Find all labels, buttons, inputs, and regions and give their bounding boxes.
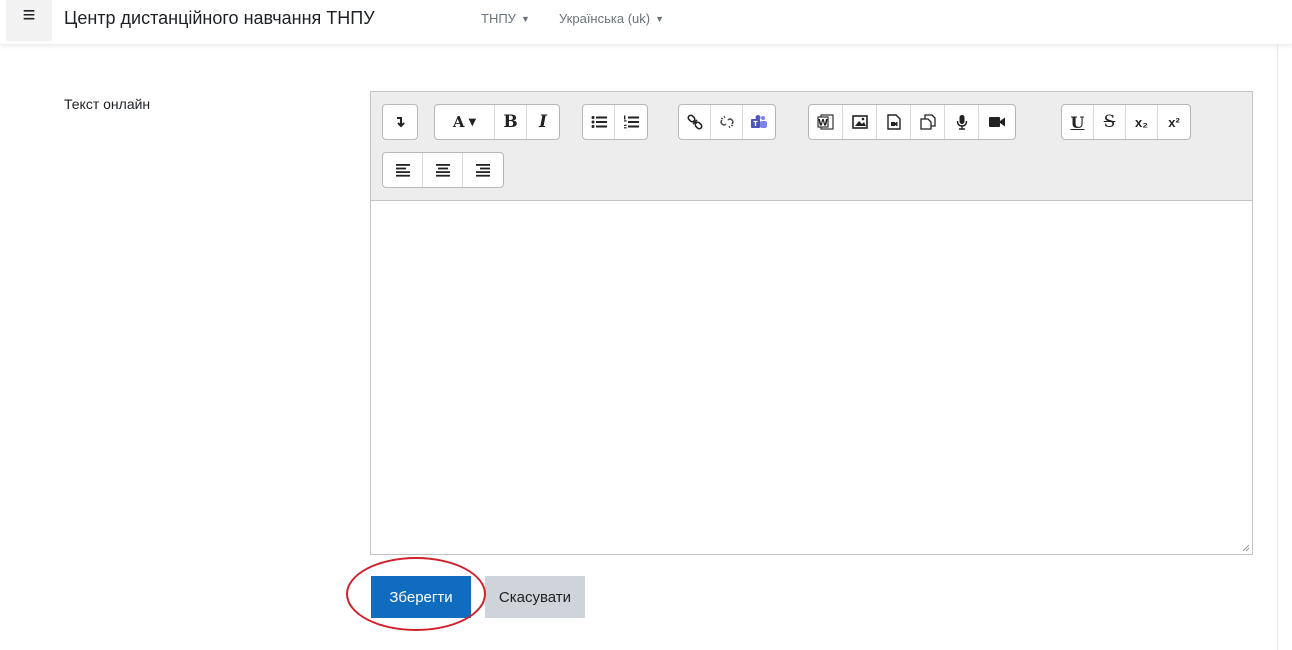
- language-menu-label: Українська (uk): [559, 11, 651, 26]
- tnpu-menu-label: ТНПУ: [481, 11, 516, 26]
- subscript-label: x₂: [1134, 114, 1148, 130]
- language-menu[interactable]: Українська (uk) ▼: [559, 11, 664, 26]
- paste-from-word-button[interactable]: W: [809, 105, 843, 139]
- caret-down-icon: ▼: [520, 14, 530, 24]
- hamburger-menu-button[interactable]: ≡: [6, 0, 52, 41]
- top-navbar: ≡ Центр дистанційного навчання ТНПУ ТНПУ…: [0, 0, 1292, 45]
- cancel-button[interactable]: Скасувати: [485, 576, 585, 618]
- record-audio-button[interactable]: [945, 105, 979, 139]
- caret-down-icon: ▼: [655, 14, 665, 24]
- superscript-label: x²: [1168, 114, 1180, 130]
- caret-down-icon: ▼: [468, 116, 477, 128]
- strikethrough-label: S: [1103, 112, 1116, 132]
- hamburger-icon: ≡: [22, 2, 36, 27]
- font-style-button[interactable]: A ▼: [435, 105, 495, 139]
- italic-button[interactable]: I: [527, 105, 559, 139]
- link-icon: [686, 114, 703, 130]
- save-button[interactable]: Зберегти: [371, 576, 471, 618]
- underline-label: U: [1070, 112, 1085, 132]
- site-name[interactable]: Центр дистанційного навчання ТНПУ: [64, 8, 375, 29]
- strikethrough-button[interactable]: S: [1094, 105, 1126, 139]
- teams-meeting-button[interactable]: [743, 105, 775, 139]
- subscript-button[interactable]: x₂: [1126, 105, 1158, 139]
- manage-files-button[interactable]: [911, 105, 945, 139]
- resize-handle-icon[interactable]: [1242, 544, 1250, 552]
- font-style-label: A: [452, 113, 465, 131]
- rich-text-editor: A ▼ B I W U S x₂ x²: [370, 91, 1253, 555]
- unlink-button[interactable]: [711, 105, 743, 139]
- record-video-button[interactable]: [979, 105, 1015, 139]
- online-text-label: Текст онлайн: [64, 96, 151, 112]
- editor-toolbar: A ▼ B I W U S x₂ x²: [371, 92, 1252, 201]
- align-center-button[interactable]: [423, 153, 463, 187]
- media-file-icon: [886, 114, 901, 130]
- unlink-icon: [719, 115, 734, 129]
- toolbar-group-links: [678, 104, 776, 140]
- superscript-button[interactable]: x²: [1158, 105, 1190, 139]
- toolbar-group-media: W: [808, 104, 1016, 140]
- toolbar-group-lists: [582, 104, 648, 140]
- align-left-button[interactable]: [383, 153, 423, 187]
- bold-label: B: [503, 112, 518, 132]
- italic-label: I: [539, 112, 547, 132]
- bullet-list-icon: [591, 116, 607, 128]
- teams-icon: [751, 115, 767, 128]
- collapse-arrow-icon: [397, 117, 405, 128]
- toolbar-group-style: A ▼ B I: [434, 104, 560, 140]
- toolbar-group-text-format: U S x₂ x²: [1061, 104, 1191, 140]
- align-right-button[interactable]: [463, 153, 503, 187]
- align-left-icon: [395, 164, 410, 177]
- copy-files-icon: [919, 114, 936, 130]
- insert-image-button[interactable]: [843, 105, 877, 139]
- word-icon: W: [816, 114, 834, 130]
- align-center-icon: [435, 164, 450, 177]
- video-camera-icon: [989, 117, 1005, 127]
- bold-button[interactable]: B: [495, 105, 527, 139]
- collapse-toolbar-button[interactable]: [383, 105, 417, 139]
- unordered-list-button[interactable]: [583, 105, 615, 139]
- toolbar-group-collapse: [382, 104, 418, 140]
- ordered-list-button[interactable]: [615, 105, 647, 139]
- divider: [1277, 44, 1278, 650]
- toolbar-group-align: [382, 152, 504, 188]
- editor-content-area[interactable]: [371, 201, 1252, 554]
- insert-media-button[interactable]: [877, 105, 911, 139]
- microphone-icon: [956, 115, 967, 130]
- image-icon: [851, 115, 868, 129]
- svg-text:W: W: [818, 119, 828, 129]
- align-right-icon: [476, 164, 490, 177]
- numbered-list-icon: [624, 115, 639, 129]
- link-button[interactable]: [679, 105, 711, 139]
- underline-button[interactable]: U: [1062, 105, 1094, 139]
- tnpu-menu[interactable]: ТНПУ ▼: [481, 11, 530, 26]
